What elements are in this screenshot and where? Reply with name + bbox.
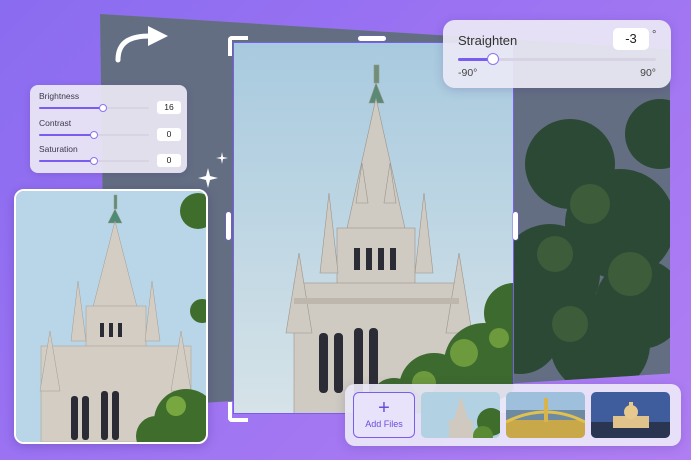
crop-corner-handle-bottom-left[interactable] bbox=[228, 402, 248, 422]
straighten-value-input[interactable]: -3 bbox=[613, 28, 649, 50]
contrast-value[interactable]: 0 bbox=[157, 128, 181, 141]
straighten-slider-knob[interactable] bbox=[487, 53, 499, 65]
add-files-button[interactable]: + Add Files bbox=[353, 392, 415, 438]
brightness-value[interactable]: 16 bbox=[157, 101, 181, 114]
saturation-value[interactable]: 0 bbox=[157, 154, 181, 167]
plus-icon: + bbox=[378, 397, 390, 419]
saturation-slider[interactable] bbox=[39, 157, 149, 165]
preview-cathedral-image bbox=[16, 191, 206, 442]
straighten-max-label: 90° bbox=[640, 67, 656, 79]
brightness-slider[interactable] bbox=[39, 104, 149, 112]
brightness-slider-knob[interactable] bbox=[99, 104, 107, 112]
straightened-preview bbox=[14, 189, 208, 444]
crop-edge-handle-top[interactable] bbox=[358, 36, 386, 41]
thumbnail-bar: + Add Files bbox=[345, 384, 681, 446]
cathedral-tower-image bbox=[234, 43, 513, 413]
bridge-thumbnail[interactable] bbox=[506, 392, 585, 438]
crop-corner-handle-top-left[interactable] bbox=[228, 36, 248, 56]
cathedral-thumbnail[interactable] bbox=[421, 392, 500, 438]
adjustments-panel: Brightness 16 Contrast 0 Saturation 0 bbox=[30, 85, 187, 173]
sparkle-icon bbox=[198, 152, 228, 188]
crop-frame[interactable] bbox=[233, 42, 514, 414]
contrast-slider[interactable] bbox=[39, 131, 149, 139]
straighten-title: Straighten bbox=[458, 33, 518, 48]
crop-edge-handle-left[interactable] bbox=[226, 212, 231, 240]
rotate-arrow-icon[interactable] bbox=[112, 24, 174, 64]
crop-edge-handle-right[interactable] bbox=[513, 212, 518, 240]
degree-unit: ° bbox=[652, 29, 657, 41]
add-files-label: Add Files bbox=[365, 419, 403, 429]
brightness-label: Brightness bbox=[39, 91, 80, 101]
straighten-panel: Straighten -3 ° -90° 90° bbox=[443, 20, 671, 88]
contrast-slider-knob[interactable] bbox=[90, 131, 98, 139]
straighten-min-label: -90° bbox=[458, 67, 478, 79]
straighten-slider[interactable] bbox=[458, 53, 656, 65]
capitol-thumbnail[interactable] bbox=[591, 392, 670, 438]
saturation-label: Saturation bbox=[39, 144, 78, 154]
saturation-slider-knob[interactable] bbox=[90, 157, 98, 165]
contrast-label: Contrast bbox=[39, 118, 72, 128]
